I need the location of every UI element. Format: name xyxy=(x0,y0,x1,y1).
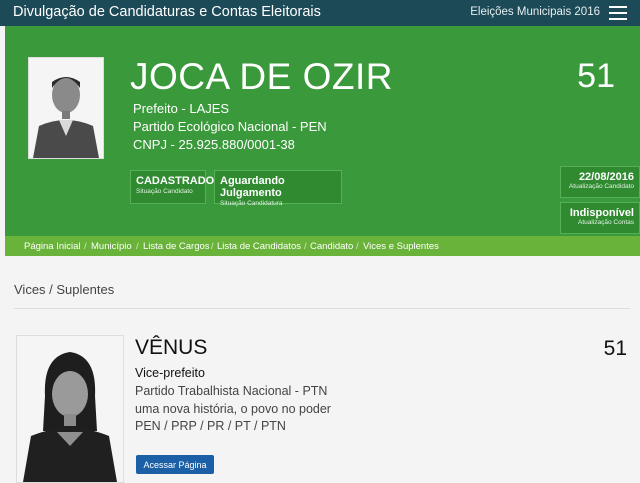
candidate-office: Prefeito - LAJES xyxy=(133,101,230,116)
breadcrumb-separator: / xyxy=(304,241,307,252)
breadcrumb-separator: / xyxy=(84,241,87,252)
candidate-header: JOCA DE OZIR 51 Prefeito - LAJES Partido… xyxy=(5,26,640,236)
candidate-photo xyxy=(28,57,104,159)
site-title[interactable]: Divulgação de Candidaturas e Contas Elei… xyxy=(13,4,321,20)
update-badge-label: Atualização Candidato xyxy=(568,183,634,190)
status-badge-value: CADASTRADO xyxy=(136,175,215,187)
candidate-name: JOCA DE OZIR xyxy=(130,56,393,97)
vice-party: Partido Trabalhista Nacional - PTN xyxy=(135,384,328,398)
update-accounts-badge: Indisponível Atualização Contas xyxy=(560,202,640,234)
section-title: Vices / Suplentes xyxy=(14,282,115,297)
vice-info: Partido Trabalhista Nacional - PTN uma n… xyxy=(135,383,331,436)
candidate-number: 51 xyxy=(577,57,615,95)
update-badge-label: Atualização Contas xyxy=(577,219,634,226)
status-badge-label: Situação Candidatura xyxy=(220,200,283,207)
vice-number: 51 xyxy=(603,337,627,360)
breadcrumb: Página Inicial / Município / Lista de Ca… xyxy=(5,236,640,256)
vice-photo xyxy=(16,335,124,483)
menu-icon[interactable] xyxy=(609,6,627,20)
candidate-info: Prefeito - LAJES Partido Ecológico Nacio… xyxy=(133,100,327,154)
breadcrumb-separator: / xyxy=(136,241,139,252)
breadcrumb-separator: / xyxy=(211,241,214,252)
access-page-button[interactable]: Acessar Página xyxy=(136,455,214,474)
status-badge-value: Aguardando Julgamento xyxy=(220,175,285,199)
candidate-party: Partido Ecológico Nacional - PEN xyxy=(133,119,327,134)
update-badge-value: Indisponível xyxy=(569,207,634,219)
breadcrumb-candidato[interactable]: Candidato xyxy=(310,241,353,252)
vice-photo-image xyxy=(17,336,123,482)
status-badge-candidate: CADASTRADO Situação Candidato xyxy=(130,170,215,204)
divider xyxy=(14,308,630,309)
breadcrumb-candidatos[interactable]: Lista de Candidatos xyxy=(217,241,301,252)
breadcrumb-cargos[interactable]: Lista de Cargos xyxy=(143,241,210,252)
breadcrumb-current: Vices e Suplentes xyxy=(363,241,439,252)
breadcrumb-separator: / xyxy=(356,241,359,252)
vice-name: VÊNUS xyxy=(135,336,208,359)
top-bar: Divulgação de Candidaturas e Contas Elei… xyxy=(0,0,640,26)
status-badge-label: Situação Candidato xyxy=(136,188,193,195)
update-badge-value: 22/08/2016 xyxy=(578,171,634,183)
election-label[interactable]: Eleições Municipais 2016 xyxy=(470,6,600,18)
candidate-cnpj: CNPJ - 25.925.880/0001-38 xyxy=(133,137,295,152)
breadcrumb-municipio[interactable]: Município xyxy=(91,241,132,252)
vice-parties: PEN / PRP / PR / PT / PTN xyxy=(135,419,286,433)
breadcrumb-home[interactable]: Página Inicial xyxy=(24,241,81,252)
vice-role: Vice-prefeito xyxy=(135,366,205,380)
candidate-photo-image xyxy=(29,58,103,158)
status-badge-application: Aguardando Julgamento Situação Candidatu… xyxy=(214,170,342,207)
vice-coalition: uma nova história, o povo no poder xyxy=(135,401,331,416)
update-candidate-badge: 22/08/2016 Atualização Candidato xyxy=(560,166,640,198)
